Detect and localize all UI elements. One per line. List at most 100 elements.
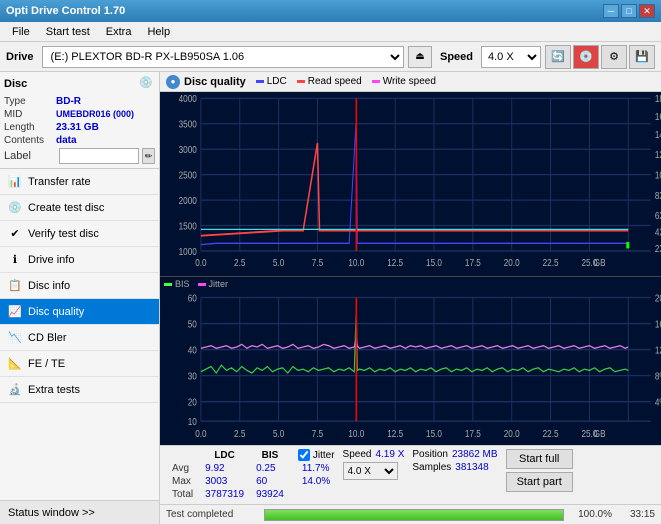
- col-header-bis: BIS: [250, 449, 290, 462]
- disc-info-nav-icon: 📋: [8, 279, 22, 293]
- speed-section: Speed 4.19 X 4.0 X: [343, 449, 405, 480]
- sidebar-item-drive-info[interactable]: ℹ Drive info: [0, 247, 159, 273]
- sidebar-label-drive-info: Drive info: [28, 254, 74, 266]
- total-label: Total: [166, 488, 199, 501]
- svg-text:6X: 6X: [655, 210, 661, 221]
- sidebar-label-cd-bler: CD Bler: [28, 332, 67, 344]
- legend-write-speed-label: Write speed: [383, 76, 436, 87]
- svg-text:40: 40: [188, 345, 197, 356]
- minimize-button[interactable]: ─: [603, 4, 619, 18]
- status-window-button[interactable]: Status window >>: [0, 500, 159, 524]
- status-window-label: Status window >>: [8, 507, 95, 519]
- svg-text:2X: 2X: [655, 243, 661, 254]
- sidebar-item-verify-test-disc[interactable]: ✔ Verify test disc: [0, 221, 159, 247]
- sidebar-item-fe-te[interactable]: 📐 FE / TE: [0, 351, 159, 377]
- svg-text:20.0: 20.0: [504, 257, 520, 268]
- svg-text:1000: 1000: [179, 246, 197, 257]
- svg-text:5.0: 5.0: [273, 257, 284, 268]
- jitter-checkbox[interactable]: [298, 449, 310, 461]
- svg-text:1500: 1500: [179, 221, 197, 232]
- menu-help[interactable]: Help: [139, 24, 178, 40]
- jitter-max-row: 14.0%: [298, 476, 335, 487]
- speed-select-row: 4.0 X: [343, 462, 405, 480]
- col-header-ldc: LDC: [199, 449, 250, 462]
- nav-items: 📊 Transfer rate 💿 Create test disc ✔ Ver…: [0, 169, 159, 500]
- svg-text:50: 50: [188, 319, 197, 330]
- chart-legend: LDC Read speed Write speed: [256, 76, 436, 87]
- speed-select[interactable]: 4.0 X: [481, 46, 541, 68]
- svg-text:14X: 14X: [655, 129, 661, 140]
- start-part-button[interactable]: Start part: [506, 472, 573, 492]
- disc-info-icon[interactable]: 💿: [139, 76, 155, 92]
- titlebar: Opti Drive Control 1.70 ─ □ ✕: [0, 0, 661, 22]
- drive-info-icon: ℹ: [8, 253, 22, 267]
- progress-bar-fill: [265, 510, 563, 520]
- content-area: ● Disc quality LDC Read speed Write spee…: [160, 72, 661, 524]
- start-full-button[interactable]: Start full: [506, 449, 573, 469]
- svg-text:GB: GB: [594, 257, 606, 268]
- sidebar-item-extra-tests[interactable]: 🔬 Extra tests: [0, 377, 159, 403]
- sidebar-item-disc-quality[interactable]: 📈 Disc quality: [0, 299, 159, 325]
- bottom-chart-legend: BIS Jitter: [160, 277, 661, 291]
- window-controls: ─ □ ✕: [603, 4, 655, 18]
- speed-label: Speed: [440, 51, 473, 63]
- sidebar-item-transfer-rate[interactable]: 📊 Transfer rate: [0, 169, 159, 195]
- position-label: Position: [412, 449, 448, 460]
- samples-row: Samples 381348: [412, 462, 497, 473]
- sidebar-label-create-test-disc: Create test disc: [28, 202, 104, 214]
- jitter-legend-label: Jitter: [209, 279, 229, 289]
- avg-label: Avg: [166, 462, 199, 475]
- disc-icon[interactable]: 💿: [573, 45, 599, 69]
- save-icon[interactable]: 💾: [629, 45, 655, 69]
- label-edit-icon[interactable]: ✏: [142, 148, 155, 164]
- drive-select[interactable]: (E:) PLEXTOR BD-R PX-LB950SA 1.06: [42, 46, 404, 68]
- total-bis-value: 93924: [250, 488, 290, 501]
- avg-bis-value: 0.25: [250, 462, 290, 475]
- svg-text:GB: GB: [594, 428, 606, 439]
- transfer-rate-icon: 📊: [8, 175, 22, 189]
- speed-stat-select[interactable]: 4.0 X: [343, 462, 398, 480]
- svg-text:7.5: 7.5: [312, 428, 323, 439]
- settings-icon[interactable]: ⚙: [601, 45, 627, 69]
- svg-text:4000: 4000: [179, 93, 197, 104]
- disc-type-label: Type: [4, 96, 56, 107]
- menu-extra[interactable]: Extra: [98, 24, 140, 40]
- disc-label-input[interactable]: [59, 148, 139, 164]
- chart-title: Disc quality: [184, 76, 246, 88]
- svg-text:20: 20: [188, 397, 197, 408]
- disc-contents-label: Contents: [4, 135, 56, 146]
- svg-text:22.5: 22.5: [543, 428, 559, 439]
- bottom-bar: Test completed 100.0% 33:15: [160, 504, 661, 524]
- maximize-button[interactable]: □: [621, 4, 637, 18]
- progress-bar: [264, 509, 564, 521]
- disc-label-label: Label: [4, 150, 56, 162]
- menu-file[interactable]: File: [4, 24, 38, 40]
- svg-text:22.5: 22.5: [543, 257, 559, 268]
- svg-text:17.5: 17.5: [465, 428, 481, 439]
- svg-text:12X: 12X: [655, 149, 661, 160]
- refresh-icon[interactable]: 🔄: [545, 45, 571, 69]
- svg-text:12.5: 12.5: [387, 428, 403, 439]
- disc-header: Disc 💿: [4, 76, 155, 92]
- sidebar-item-cd-bler[interactable]: 📉 CD Bler: [0, 325, 159, 351]
- cd-bler-icon: 📉: [8, 331, 22, 345]
- menu-start-test[interactable]: Start test: [38, 24, 98, 40]
- legend-write-speed: Write speed: [372, 76, 436, 87]
- svg-text:8%: 8%: [655, 371, 661, 382]
- svg-text:2.5: 2.5: [234, 257, 245, 268]
- position-value: 23862 MB: [452, 449, 498, 460]
- close-button[interactable]: ✕: [639, 4, 655, 18]
- sidebar-item-disc-info[interactable]: 📋 Disc info: [0, 273, 159, 299]
- disc-title: Disc: [4, 78, 27, 90]
- svg-text:18X: 18X: [655, 93, 661, 104]
- drive-eject-button[interactable]: ⏏: [408, 46, 432, 68]
- sidebar-item-create-test-disc[interactable]: 💿 Create test disc: [0, 195, 159, 221]
- chart-header: ● Disc quality LDC Read speed Write spee…: [160, 72, 661, 92]
- jitter-avg-row: 11.7%: [298, 463, 335, 474]
- svg-text:3500: 3500: [179, 119, 197, 130]
- svg-text:16%: 16%: [655, 319, 661, 330]
- disc-mid-row: MID UMEBDR016 (000): [4, 109, 155, 120]
- speed-stat-value: 4.19 X: [375, 449, 404, 460]
- svg-text:16X: 16X: [655, 111, 661, 122]
- sidebar-label-disc-info: Disc info: [28, 280, 70, 292]
